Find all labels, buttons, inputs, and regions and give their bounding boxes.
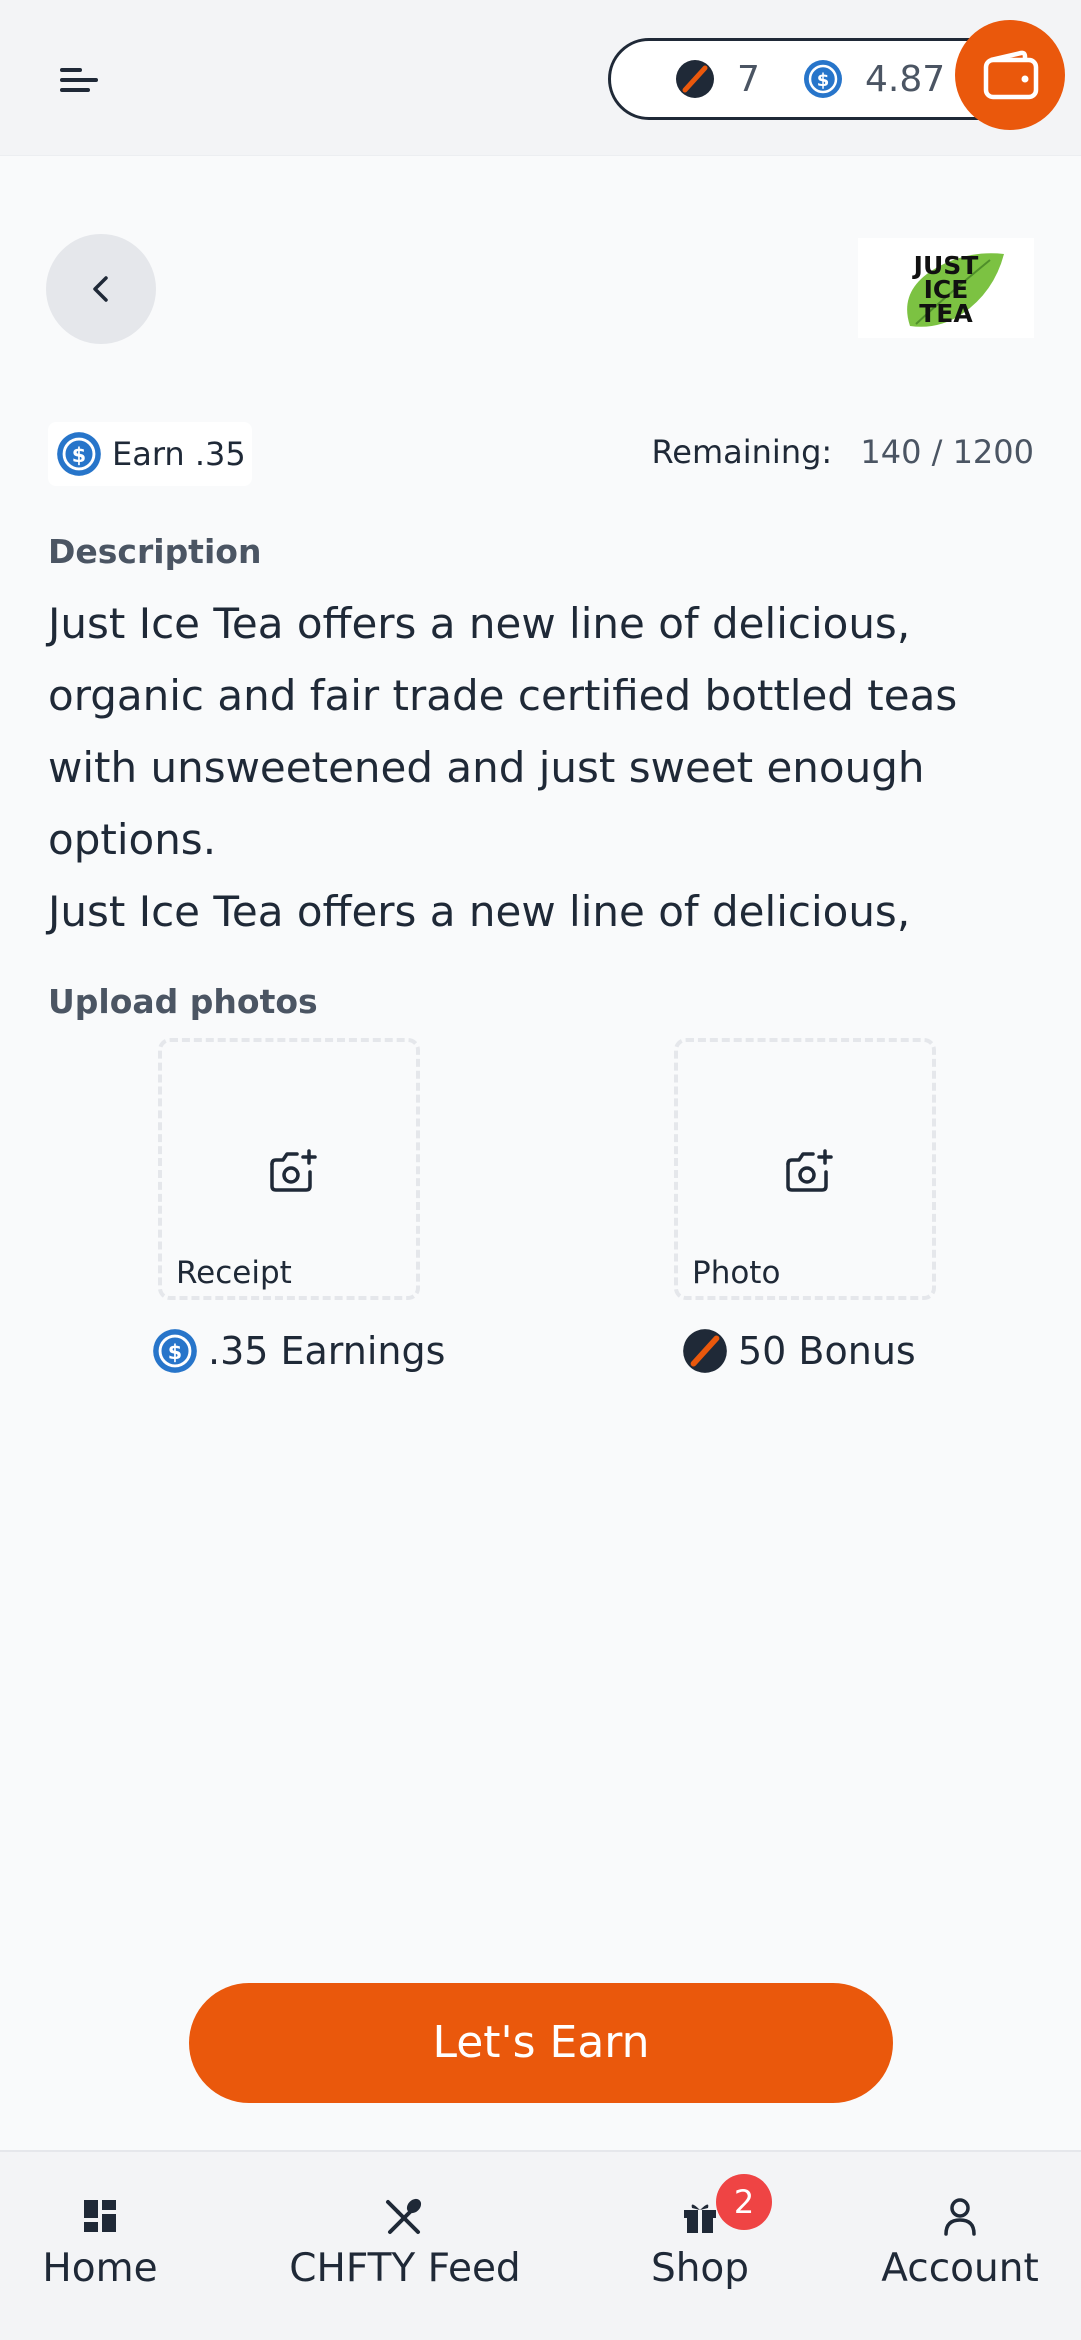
camera-plus-icon [270, 1149, 317, 1192]
nav-chfty-feed[interactable]: CHFTY Feed [280, 2152, 530, 2340]
usd-coin-icon: $ [803, 59, 843, 99]
usd-coin-icon: $ [152, 1328, 198, 1374]
description-line: organic and fair trade certified bottled… [48, 671, 958, 720]
photo-label: Photo [692, 1255, 781, 1291]
remaining-count: Remaining: 140 / 1200 [651, 432, 1034, 472]
menu-line [60, 78, 98, 82]
menu-button[interactable] [52, 56, 112, 106]
earn-badge: $ Earn .35 [48, 422, 252, 486]
photo-upload[interactable]: Photo [674, 1038, 936, 1300]
svg-text:TEA: TEA [919, 299, 973, 328]
brand-logo: JUST ICE TEA [858, 238, 1034, 338]
chefty-points-icon [675, 59, 715, 99]
usd-coin-icon: $ [56, 431, 102, 477]
nav-label: Shop [650, 2246, 750, 2291]
receipt-label: Receipt [176, 1255, 292, 1291]
receipt-upload[interactable]: Receipt [158, 1038, 420, 1300]
svg-text:$: $ [168, 1340, 182, 1364]
menu-line [60, 68, 82, 72]
back-button[interactable] [46, 234, 156, 344]
remaining-label: Remaining: [651, 433, 833, 471]
svg-text:$: $ [817, 70, 830, 91]
grid-icon [80, 2196, 120, 2236]
menu-line [60, 88, 90, 92]
nav-home[interactable]: Home [30, 2152, 170, 2340]
shop-notification-badge: 2 [716, 2174, 772, 2230]
svg-text:$: $ [72, 443, 86, 467]
earn-amount: Earn .35 [112, 435, 246, 473]
nav-label: Account [881, 2246, 1039, 2291]
photo-reward-text: 50 Bonus [738, 1329, 916, 1373]
nav-account[interactable]: Account [870, 2152, 1050, 2340]
receipt-reward-text: .35 Earnings [208, 1329, 446, 1373]
description-line: options. [48, 815, 217, 864]
lets-earn-button[interactable]: Let's Earn [189, 1983, 893, 2103]
description-text: Just Ice Tea offers a new line of delici… [48, 588, 1048, 948]
top-bar: 7 $ 4.87 [0, 0, 1081, 156]
camera-plus-icon [786, 1149, 833, 1192]
nav-label: Home [42, 2246, 158, 2291]
usd-balance: 4.87 [865, 59, 946, 100]
description-title: Description [48, 532, 262, 571]
nav-label: CHFTY Feed [289, 2246, 521, 2291]
user-icon [940, 2196, 980, 2236]
bottom-nav: Home CHFTY Feed Shop Account [0, 2150, 1081, 2340]
upload-title: Upload photos [48, 982, 318, 1021]
description-line: Just Ice Tea offers a new line of delici… [48, 887, 911, 936]
wallet-icon [983, 50, 1039, 100]
description-line: Just Ice Tea offers a new line of delici… [48, 599, 911, 648]
gift-icon [680, 2196, 720, 2236]
wallet-button[interactable] [955, 20, 1065, 130]
points-balance: 7 [737, 59, 760, 100]
offer-detail-screen: 7 $ 4.87 JUST ICE TEA $ Earn .35 Remaini… [0, 0, 1081, 2340]
chevron-left-icon [93, 276, 108, 302]
remaining-value: 140 / 1200 [860, 433, 1034, 471]
chefty-points-icon [682, 1328, 728, 1374]
description-line: with unsweetened and just sweet enough [48, 743, 925, 792]
utensils-icon [384, 2196, 424, 2236]
